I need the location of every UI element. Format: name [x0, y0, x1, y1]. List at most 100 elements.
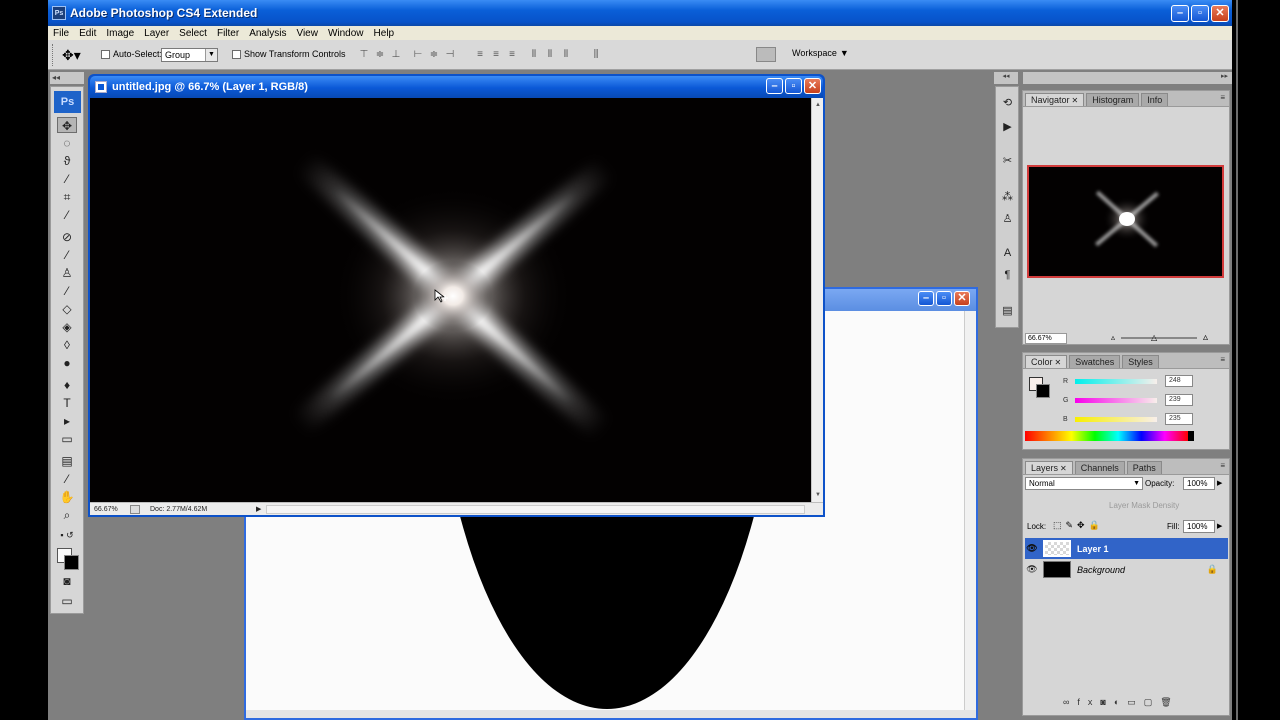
distribute-left-icon[interactable]: ⫴	[528, 49, 540, 61]
scroll-down-icon[interactable]: ▼	[813, 490, 823, 500]
channel-r-value[interactable]: 248	[1165, 375, 1193, 387]
panel-menu-icon[interactable]: ≡	[1220, 355, 1225, 364]
menu-view[interactable]: View	[291, 28, 323, 39]
eyedropper-tool-icon[interactable]: ⁄	[57, 207, 77, 223]
opacity-arrow-icon[interactable]: ▶	[1217, 479, 1222, 487]
move-tool-icon[interactable]: ✥	[57, 117, 77, 133]
hand-tool-icon[interactable]: ✋	[57, 489, 77, 505]
document-titlebar[interactable]: untitled.jpg @ 66.7% (Layer 1, RGB/8) – …	[90, 76, 823, 98]
status-info-icon[interactable]	[130, 504, 140, 514]
channel-r-slider[interactable]	[1075, 378, 1157, 384]
align-vcenter-icon[interactable]: ≑	[374, 49, 386, 61]
auto-select-box[interactable]	[101, 49, 110, 59]
doc-minimize-button[interactable]: –	[766, 78, 783, 94]
maximize-button[interactable]: ▫	[1191, 5, 1209, 22]
screen-mode-icon[interactable]: ▭	[57, 593, 77, 609]
menu-file[interactable]: File	[48, 28, 74, 39]
align-top-icon[interactable]: ⊤	[358, 49, 370, 61]
tab-info[interactable]: Info	[1141, 93, 1169, 106]
default-colors-icon[interactable]: ▪ ↺	[57, 527, 77, 543]
channel-g-value[interactable]: 239	[1165, 394, 1193, 406]
color-spectrum-black[interactable]	[1188, 431, 1194, 441]
distribute-bottom-icon[interactable]: ≡	[506, 49, 518, 61]
path-selection-tool-icon[interactable]: ▸	[57, 413, 77, 429]
marquee-tool-icon[interactable]: ◌	[57, 135, 77, 151]
opacity-field[interactable]: 100%	[1183, 477, 1215, 490]
transform-controls-box[interactable]	[232, 49, 241, 59]
panel-menu-icon[interactable]: ≡	[1220, 461, 1225, 470]
distribute-vcenter-icon[interactable]: ≡	[490, 49, 502, 61]
fill-field[interactable]: 100%	[1183, 520, 1215, 533]
notes-tool-icon[interactable]: ▤	[57, 453, 77, 469]
tool-presets-icon[interactable]: ✂	[999, 153, 1016, 169]
close-tab-icon[interactable]: ✕	[1060, 464, 1067, 473]
menu-image[interactable]: Image	[101, 28, 139, 39]
channel-b-value[interactable]: 235	[1165, 413, 1193, 425]
dodge-tool-icon[interactable]: ●	[57, 355, 77, 371]
dock-header[interactable]: ◂◂	[994, 72, 1018, 84]
layer-row-background[interactable]: 👁 Background 🔒	[1025, 559, 1228, 580]
background-color-swatch[interactable]	[64, 555, 79, 570]
align-bottom-icon[interactable]: ⊥	[390, 49, 402, 61]
doc2-maximize-button[interactable]: ▫	[936, 291, 952, 306]
zoom-in-icon[interactable]: ▵	[1203, 332, 1208, 343]
workspace-menu-button[interactable]: Workspace ▼	[792, 48, 849, 58]
close-tab-icon[interactable]: ✕	[1055, 358, 1062, 367]
tab-color[interactable]: Color ✕	[1025, 355, 1068, 368]
navigator-zoom-slider[interactable]	[1121, 337, 1197, 339]
tab-navigator[interactable]: Navigator ✕	[1025, 93, 1085, 106]
tab-swatches[interactable]: Swatches	[1069, 355, 1121, 368]
scroll-up-icon[interactable]: ▲	[813, 100, 823, 110]
tab-histogram[interactable]: Histogram	[1086, 93, 1140, 106]
paint-bucket-tool-icon[interactable]: ◈	[57, 319, 77, 335]
layer-comps-icon[interactable]: ▤	[999, 303, 1016, 319]
tab-layers[interactable]: Layers ✕	[1025, 461, 1073, 474]
tab-paths[interactable]: Paths	[1126, 461, 1162, 474]
visibility-eye-icon[interactable]: 👁	[1025, 543, 1039, 554]
navigator-preview[interactable]	[1027, 165, 1224, 278]
distribute-hcenter-icon[interactable]: ⫴	[544, 49, 556, 61]
color-background-chip[interactable]	[1036, 384, 1050, 398]
clone-stamp-tool-icon[interactable]: ♙	[57, 265, 77, 281]
eyedropper-3d-tool-icon[interactable]: ⁄	[57, 471, 77, 487]
channel-g-slider[interactable]	[1075, 397, 1157, 403]
rectangle-tool-icon[interactable]: ▭	[57, 431, 77, 447]
history-brush-tool-icon[interactable]: ⁄	[57, 283, 77, 299]
menu-filter[interactable]: Filter	[212, 28, 244, 39]
options-grip[interactable]	[52, 44, 55, 66]
lock-options-icon[interactable]: ⬚✎✥🔒	[1053, 520, 1104, 531]
document-horizontal-scrollbar[interactable]	[266, 504, 805, 514]
clone-source-icon[interactable]: ♙	[999, 211, 1016, 227]
doc-maximize-button[interactable]: ▫	[785, 78, 802, 94]
close-tab-icon[interactable]: ✕	[1072, 96, 1079, 105]
menu-edit[interactable]: Edit	[74, 28, 101, 39]
status-menu-arrow-icon[interactable]: ▶	[256, 505, 266, 513]
paragraph-panel-icon[interactable]: ¶	[999, 267, 1016, 283]
quick-mask-icon[interactable]: ◙	[57, 573, 77, 589]
doc2-minimize-button[interactable]: –	[918, 291, 934, 306]
lasso-tool-icon[interactable]: ϑ	[57, 153, 77, 169]
magic-wand-tool-icon[interactable]: ⁄	[57, 171, 77, 187]
type-tool-icon[interactable]: T	[57, 395, 77, 411]
workspace-switcher-icon[interactable]	[756, 47, 776, 62]
brushes-panel-icon[interactable]: ⁂	[999, 189, 1016, 205]
menu-select[interactable]: Select	[174, 28, 212, 39]
eraser-tool-icon[interactable]: ◇	[57, 301, 77, 317]
zoom-tool-icon[interactable]: ⌕	[57, 507, 77, 523]
doc-close-button[interactable]: ✕	[804, 78, 821, 94]
distribute-top-icon[interactable]: ≡	[474, 49, 486, 61]
layer-row-layer-1[interactable]: 👁 Layer 1	[1025, 538, 1228, 559]
auto-select-dropdown[interactable]: Group ▼	[161, 48, 218, 62]
transform-controls-checkbox[interactable]: Show Transform Controls	[232, 49, 346, 59]
align-right-icon[interactable]: ⊣	[444, 49, 456, 61]
blur-tool-icon[interactable]: ◊	[57, 337, 77, 353]
doc2-close-button[interactable]: ✕	[954, 291, 970, 306]
document-vertical-scrollbar[interactable]: ▲ ▼	[811, 98, 823, 502]
distribute-right-icon[interactable]: ⫴	[560, 49, 572, 61]
blend-mode-dropdown[interactable]: Normal ▼	[1025, 477, 1143, 490]
crop-tool-icon[interactable]: ⌗	[57, 189, 77, 205]
navigator-zoom-field[interactable]: 66.67%	[1025, 332, 1067, 344]
status-zoom[interactable]: 66.67%	[90, 506, 124, 513]
tab-styles[interactable]: Styles	[1122, 355, 1159, 368]
menu-analysis[interactable]: Analysis	[244, 28, 291, 39]
